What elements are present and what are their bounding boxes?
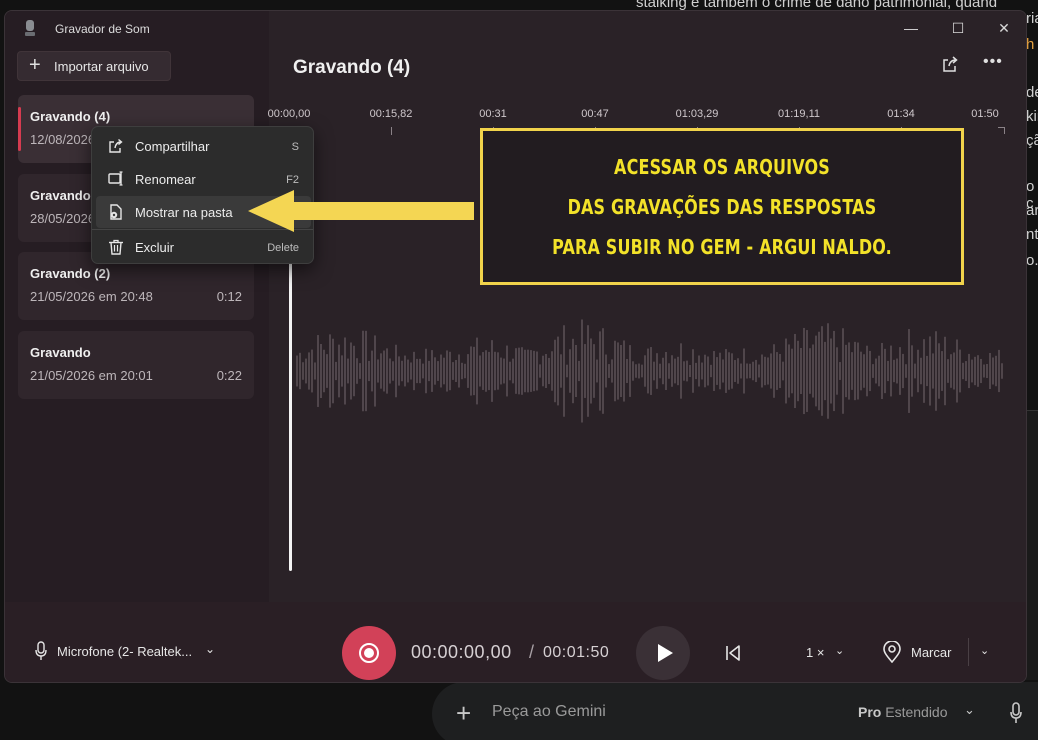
folder-show-icon [110, 204, 122, 220]
import-file-button[interactable]: + Importar arquivo [17, 51, 171, 81]
waveform[interactable] [293, 311, 1009, 431]
menu-item-shortcut: Delete [267, 242, 299, 254]
record-dot-icon [364, 648, 374, 658]
recording-main-pane: — ☐ ✕ Gravando (4) ••• 00:00,00 00:15,82 0… [267, 11, 1026, 602]
timeline-tick-label: 00:31 [479, 108, 507, 120]
close-button[interactable]: ✕ [992, 17, 1016, 39]
record-button[interactable] [342, 626, 396, 680]
share-icon[interactable] [941, 55, 959, 73]
gemini-input[interactable]: Peça ao Gemini [492, 703, 606, 721]
timeline-tick [391, 127, 392, 135]
background-text-fragment: ar [1026, 202, 1038, 219]
play-icon [658, 644, 673, 662]
mode-pro-label: Pro [858, 704, 882, 720]
recording-date: 21/05/2026 em 20:01 [30, 368, 153, 383]
rename-icon [108, 171, 123, 186]
timeline-tick-label: 01:03,29 [675, 108, 719, 120]
recording-name: Gravando (2) [30, 266, 111, 281]
playback-speed[interactable]: 1 × [806, 645, 824, 660]
minimize-button[interactable]: — [899, 17, 923, 39]
annotation-line: ACESSAR OS ARQUIVOS [614, 155, 830, 179]
background-text-fragment: ria [1026, 10, 1038, 27]
recording-name: Gravando [30, 345, 91, 360]
chevron-down-icon[interactable]: ⌄ [980, 644, 989, 657]
background-text-fragment: nt [1026, 226, 1038, 243]
mode-extended-label: Estendido [885, 704, 948, 720]
chevron-down-icon[interactable]: ⌄ [964, 702, 975, 718]
menu-item-label: Renomear [135, 172, 196, 187]
gemini-prompt-bar[interactable]: + Peça ao Gemini Pro Estendido ⌄ [432, 682, 1038, 740]
background-text-fragment: de [1026, 84, 1038, 101]
recording-date: 28/05/2026 [30, 211, 96, 226]
menu-item-label: Excluir [135, 240, 175, 255]
timeline-tick-label: 00:15,82 [369, 108, 413, 120]
annotation-line: PARA SUBIR NO GEM - ARGUI NALDO. [552, 235, 892, 259]
total-time: 00:01:50 [543, 644, 610, 661]
time-separator: / [529, 642, 535, 662]
divider [968, 638, 969, 666]
timeline-tick-label: 00:47 [581, 108, 609, 120]
import-file-label: Importar arquivo [54, 59, 149, 74]
recording-duration: 0:22 [216, 368, 242, 383]
menu-item-shortcut: S [291, 141, 299, 153]
timeline-tick-label: 01:50 [971, 108, 999, 120]
current-time: 00:00:00,00 [411, 642, 512, 662]
window-title: Gravador de Som [55, 22, 150, 36]
menu-item-share[interactable]: Compartilhar S [96, 130, 311, 162]
background-text-fragment: kin [1026, 108, 1038, 125]
background-text-fragment: çã [1026, 132, 1038, 149]
gemini-mode-selector[interactable]: Pro Estendido [858, 704, 948, 720]
menu-item-label: Compartilhar [135, 139, 210, 154]
recording-name: Gravando [30, 188, 91, 203]
timeline-tick-label: 01:19,11 [777, 108, 821, 120]
timeline-tick-label: 01:34 [887, 108, 915, 120]
ruler-end-mark [998, 127, 1005, 134]
background-text-fragment: o. [1026, 252, 1038, 269]
recording-duration: 0:12 [216, 289, 242, 304]
menu-item-delete[interactable]: Excluir Delete [96, 231, 311, 263]
play-button[interactable] [636, 626, 690, 680]
location-pin-icon [883, 641, 901, 663]
recording-name: Gravando (4) [30, 109, 111, 124]
trash-icon [109, 239, 123, 255]
background-panel [1026, 410, 1038, 680]
recordings-sidebar: Gravador de Som + Importar arquivo Grava… [5, 11, 269, 602]
chevron-down-icon[interactable]: ⌄ [205, 642, 215, 656]
annotation-arrow [248, 190, 474, 232]
share-icon [109, 138, 123, 153]
maximize-button[interactable]: ☐ [946, 17, 970, 39]
microphone-selector[interactable]: Microfone (2- Realtek... [57, 644, 192, 659]
chevron-down-icon[interactable]: ⌄ [835, 644, 844, 657]
mark-button[interactable]: Marcar [911, 645, 951, 660]
recording-item[interactable]: Gravando 21/05/2026 em 20:01 0:22 [18, 331, 254, 399]
app-mic-icon [25, 20, 35, 36]
skip-back-icon[interactable] [724, 644, 742, 662]
menu-item-label: Mostrar na pasta [135, 205, 233, 220]
plus-icon[interactable]: + [456, 698, 471, 729]
playback-control-bar: Microfone (2- Realtek... ⌄ 00:00:00,00 /… [5, 602, 1026, 682]
plus-icon: + [29, 54, 41, 76]
mic-icon [35, 641, 47, 660]
sound-recorder-window: Gravador de Som + Importar arquivo Grava… [4, 10, 1027, 683]
playhead[interactable] [289, 241, 292, 571]
recording-date: 12/08/2026 [30, 132, 96, 147]
recording-title: Gravando (4) [293, 57, 411, 78]
background-text-fragment: h [1026, 36, 1035, 53]
recording-date: 21/05/2026 em 20:48 [30, 289, 153, 304]
annotation-line: DAS GRAVAÇÕES DAS RESPOSTAS [567, 195, 877, 219]
timeline-tick-label: 00:00,00 [267, 108, 311, 120]
menu-item-shortcut: F2 [286, 174, 299, 186]
mic-icon[interactable] [1010, 702, 1022, 724]
selection-accent [18, 107, 21, 151]
annotation-callout: ACESSAR OS ARQUIVOS DAS GRAVAÇÕES DAS RE… [480, 128, 964, 285]
more-options-icon[interactable]: ••• [983, 53, 1003, 71]
